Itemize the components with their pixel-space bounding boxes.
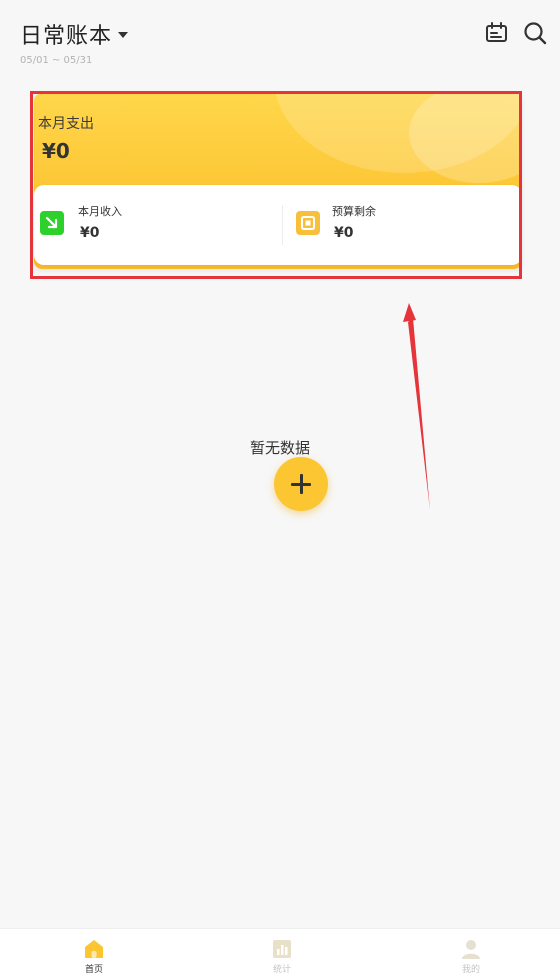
book-title: 日常账本 bbox=[20, 24, 113, 49]
book-selector[interactable]: 日常账本 bbox=[20, 18, 129, 50]
app-header: 日常账本 05/01 ~ 05/31 bbox=[0, 0, 560, 80]
chart-icon bbox=[272, 939, 292, 959]
tab-mine[interactable]: 我的 bbox=[411, 929, 531, 979]
expense-value: ¥0 bbox=[42, 139, 70, 163]
budget-stat[interactable]: 预算剩余 ¥0 bbox=[294, 201, 514, 249]
stat-divider bbox=[282, 205, 283, 245]
income-label: 本月收入 bbox=[78, 205, 122, 218]
monthly-summary-card[interactable]: 本月支出 ¥0 本月收入 ¥0 预算剩余 ¥0 bbox=[34, 93, 522, 269]
bottom-tab-bar: 首页 统计 我的 bbox=[0, 928, 560, 979]
empty-state-text: 暂无数据 bbox=[249, 439, 310, 457]
home-icon bbox=[84, 939, 104, 959]
income-budget-panel: 本月收入 ¥0 预算剩余 ¥0 bbox=[34, 185, 522, 265]
calendar-icon[interactable] bbox=[484, 20, 510, 46]
expense-label: 本月支出 bbox=[38, 116, 94, 132]
user-icon bbox=[461, 939, 481, 959]
budget-label: 预算剩余 bbox=[332, 205, 376, 218]
budget-value: ¥0 bbox=[334, 225, 354, 241]
income-arrow-icon bbox=[40, 211, 64, 235]
budget-wallet-icon bbox=[296, 211, 320, 235]
caret-down-icon bbox=[118, 32, 129, 38]
income-stat[interactable]: 本月收入 ¥0 bbox=[40, 201, 280, 249]
tab-stats-label: 统计 bbox=[272, 965, 291, 975]
search-icon[interactable] bbox=[522, 20, 548, 46]
date-range: 05/01 ~ 05/31 bbox=[20, 55, 93, 66]
tab-mine-label: 我的 bbox=[461, 965, 480, 975]
tab-stats[interactable]: 统计 bbox=[222, 929, 342, 979]
income-value: ¥0 bbox=[80, 225, 100, 241]
add-record-button[interactable] bbox=[274, 457, 328, 511]
tab-home-label: 首页 bbox=[84, 965, 103, 975]
tab-home[interactable]: 首页 bbox=[34, 929, 154, 979]
